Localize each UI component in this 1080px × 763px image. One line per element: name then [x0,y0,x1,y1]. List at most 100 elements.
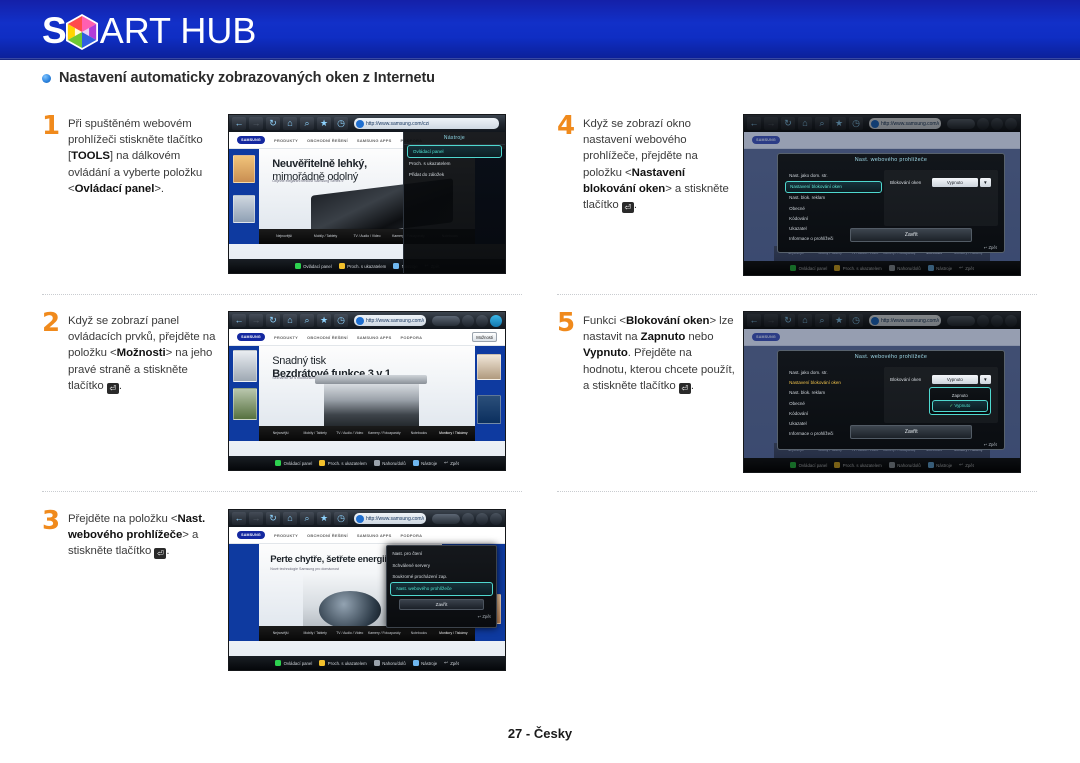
help-item-0[interactable]: Ovládací panel [790,265,827,271]
nav-link-3[interactable]: PODPORA [401,533,423,538]
nav-link-2[interactable]: SAMSUNG APPS [357,335,392,340]
options-item-nast-pro-cteni[interactable]: Nast. pro čtení [387,546,495,559]
dialog-item-nast-jako-dom-str[interactable]: Nast. jako dom. str. [785,170,882,180]
help-item-1[interactable]: Proch. s ukazatelem [319,460,367,466]
site-tab-1[interactable]: Mobily / Tablety [305,234,346,239]
refresh-icon[interactable]: ↻ [781,314,795,327]
dialog-item-nast-blok-reklam[interactable]: Nast. blok. reklam [785,388,882,398]
home-icon[interactable]: ⌂ [798,314,812,327]
popup-block-combo[interactable]: Vypnuto ▼ [931,375,991,385]
dialog-item-nastaveni-blokovani-oken[interactable]: Nastavení blokování oken [785,180,882,193]
zoom-icon[interactable]: ⌕ [300,117,314,130]
site-tab-3[interactable]: Kamery / Fotoaparáty [367,431,402,436]
help-item-4[interactable]: ↩ Zpět [444,460,459,466]
promo-thumb-right-2[interactable] [477,395,501,424]
window-icon[interactable] [476,314,488,327]
settings-icon[interactable] [462,314,474,327]
nav-link-0[interactable]: PRODUKTY [274,335,298,340]
dropdown-option-zapnuto[interactable]: Zapnuto [930,390,990,399]
dialog-item-nast-jako-dom-str[interactable]: Nast. jako dom. str. [785,367,882,377]
site-tab-2[interactable]: TV / Audio / Video [346,234,387,239]
zoom-icon[interactable]: ⌕ [300,314,314,327]
help-item-4[interactable]: ↩ Zpět [959,265,974,271]
refresh-icon[interactable]: ↻ [266,314,280,327]
options-button[interactable]: Možnosti [472,332,497,342]
history-clock-icon[interactable]: ◷ [334,117,348,130]
options-item-soukrome-prochazeni[interactable]: Soukromé procházení zap. [387,571,495,582]
site-tab-4[interactable]: Notebooks [402,431,437,436]
dialog-item-nast-blok-reklam[interactable]: Nast. blok. reklam [785,193,882,203]
zoom-slider[interactable] [947,315,975,326]
site-tab-5[interactable]: Monitory / Tiskárny [436,431,471,436]
bookmark-star-icon[interactable]: ★ [317,512,331,525]
options-icon[interactable] [490,314,502,327]
site-tab-2[interactable]: TV / Audio / Video [332,631,367,636]
home-icon[interactable]: ⌂ [283,314,297,327]
zoom-slider[interactable] [432,315,460,326]
help-item-3[interactable]: Nástroje [927,265,952,271]
dialog-item-kodovani[interactable]: Kódování [785,213,882,223]
chevron-down-icon[interactable]: ▼ [979,375,991,385]
window-icon[interactable] [991,314,1003,327]
help-item-3[interactable]: Nástroje [927,462,952,468]
popup-block-combo[interactable]: Vypnuto ▼ [931,178,991,188]
site-tab-3[interactable]: Kamery / Fotoaparáty [367,631,402,636]
help-item-2[interactable]: Nahoru/dolů [888,265,921,271]
back-arrow-icon[interactable]: ← [232,314,246,327]
zoom-slider[interactable] [947,118,975,129]
zoom-slider[interactable] [432,513,460,524]
tools-item-proch-s-ukazatelem[interactable]: Proch. s ukazatelem [404,158,505,169]
options-item-schvalene-servery[interactable]: Schválené servery [387,559,495,570]
back-arrow-icon[interactable]: ← [232,117,246,130]
refresh-icon[interactable]: ↻ [266,117,280,130]
dropdown-option-vypnuto[interactable]: ✓ Vypnuto [931,399,988,413]
options-icon[interactable] [490,512,502,525]
options-close-button[interactable]: Zavřít [399,598,484,611]
back-arrow-icon[interactable]: ← [747,117,761,130]
help-item-2[interactable]: Nahoru/dolů [888,462,921,468]
dialog-item-obecne[interactable]: Obecné [785,203,882,213]
site-tab-0[interactable]: Nejnovější [263,431,298,436]
options-item-nast-weboveho-prohlizece[interactable]: Nast. webového prohlížeče [390,582,493,596]
nav-link-1[interactable]: OBCHODNÍ ŘEŠENÍ [307,533,348,538]
history-clock-icon[interactable]: ◷ [334,314,348,327]
help-item-2[interactable]: Nahoru/dolů [373,460,406,466]
help-item-3[interactable]: Nástroje [412,660,437,666]
site-tab-4[interactable]: Notebooks [402,631,437,636]
settings-icon[interactable] [977,314,989,327]
dialog-item-kodovani[interactable]: Kódování [785,408,882,418]
help-item-0[interactable]: Ovládací panel [275,460,312,466]
site-tab-0[interactable]: Nejnovější [263,631,298,636]
nav-link-3[interactable]: PODPORA [401,335,423,340]
bookmark-star-icon[interactable]: ★ [832,117,846,130]
url-bar[interactable]: http://www.samsung.com/cz/ [869,315,941,326]
nav-link-1[interactable]: OBCHODNÍ ŘEŠENÍ [307,138,348,143]
home-icon[interactable]: ⌂ [283,512,297,525]
help-item-4[interactable]: ↩ Zpět [444,660,459,666]
settings-icon[interactable] [977,117,989,130]
nav-link-0[interactable]: PRODUKTY [274,533,298,538]
url-bar[interactable]: http://www.samsung.com/cz/ [354,118,499,129]
tools-item-pridat-do-zalozek[interactable]: Přidat do záložek [404,169,505,180]
options-icon[interactable] [1005,117,1017,130]
site-tab-2[interactable]: TV / Audio / Video [332,431,367,436]
promo-thumb-right-1[interactable] [477,353,501,381]
nav-link-1[interactable]: OBCHODNÍ ŘEŠENÍ [307,335,348,340]
forward-arrow-icon[interactable]: → [249,512,263,525]
help-item-0[interactable]: Ovládací panel [790,462,827,468]
help-item-1[interactable]: Proch. s ukazatelem [338,263,386,269]
nav-link-0[interactable]: PRODUKTY [274,138,298,143]
promo-thumb-2[interactable] [233,194,256,224]
window-icon[interactable] [991,117,1003,130]
forward-arrow-icon[interactable]: → [249,117,263,130]
tools-item-ovladaci-panel[interactable]: Ovládací panel [406,144,502,158]
site-tab-0[interactable]: Nejnovější [263,234,304,239]
help-item-1[interactable]: Proch. s ukazatelem [834,462,882,468]
help-item-3[interactable]: Nástroje [412,460,437,466]
bookmark-star-icon[interactable]: ★ [317,314,331,327]
zoom-icon[interactable]: ⌕ [300,512,314,525]
settings-icon[interactable] [462,512,474,525]
forward-arrow-icon[interactable]: → [764,314,778,327]
help-item-0[interactable]: Ovládací panel [294,263,332,269]
bookmark-star-icon[interactable]: ★ [832,314,846,327]
